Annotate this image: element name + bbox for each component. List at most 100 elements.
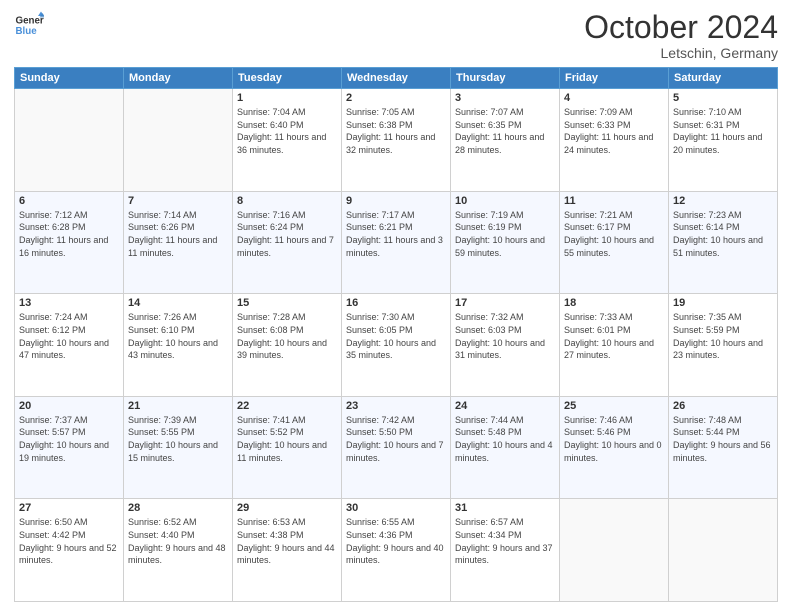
col-tuesday: Tuesday <box>233 68 342 89</box>
calendar-cell-0-2: 1 Sunrise: 7:04 AM Sunset: 6:40 PM Daylig… <box>233 89 342 192</box>
calendar-table: Sunday Monday Tuesday Wednesday Thursday… <box>14 67 778 602</box>
day-number: 2 <box>346 92 446 104</box>
generalblue-logo-icon: General Blue <box>14 10 44 40</box>
calendar-cell-3-6: 26 Sunrise: 7:48 AM Sunset: 5:44 PM Dayli… <box>669 396 778 499</box>
day-number: 8 <box>237 195 337 207</box>
cell-info: Sunrise: 7:21 AM Sunset: 6:17 PM Dayligh… <box>564 209 664 259</box>
day-number: 19 <box>673 297 773 309</box>
cell-info: Sunrise: 7:26 AM Sunset: 6:10 PM Dayligh… <box>128 311 228 361</box>
day-number: 17 <box>455 297 555 309</box>
calendar-cell-3-5: 25 Sunrise: 7:46 AM Sunset: 5:46 PM Dayli… <box>560 396 669 499</box>
day-number: 18 <box>564 297 664 309</box>
cell-info: Sunrise: 6:52 AM Sunset: 4:40 PM Dayligh… <box>128 516 228 566</box>
day-number: 23 <box>346 400 446 412</box>
calendar-cell-3-4: 24 Sunrise: 7:44 AM Sunset: 5:48 PM Dayli… <box>451 396 560 499</box>
day-number: 22 <box>237 400 337 412</box>
day-number: 12 <box>673 195 773 207</box>
cell-info: Sunrise: 7:05 AM Sunset: 6:38 PM Dayligh… <box>346 106 446 156</box>
cell-info: Sunrise: 7:09 AM Sunset: 6:33 PM Dayligh… <box>564 106 664 156</box>
day-number: 1 <box>237 92 337 104</box>
calendar-cell-0-0 <box>15 89 124 192</box>
cell-info: Sunrise: 7:46 AM Sunset: 5:46 PM Dayligh… <box>564 414 664 464</box>
calendar-cell-4-6 <box>669 499 778 602</box>
day-number: 15 <box>237 297 337 309</box>
cell-info: Sunrise: 7:37 AM Sunset: 5:57 PM Dayligh… <box>19 414 119 464</box>
day-number: 26 <box>673 400 773 412</box>
cell-info: Sunrise: 6:55 AM Sunset: 4:36 PM Dayligh… <box>346 516 446 566</box>
calendar-cell-1-2: 8 Sunrise: 7:16 AM Sunset: 6:24 PM Daylig… <box>233 191 342 294</box>
calendar-cell-1-5: 11 Sunrise: 7:21 AM Sunset: 6:17 PM Dayli… <box>560 191 669 294</box>
calendar-cell-4-0: 27 Sunrise: 6:50 AM Sunset: 4:42 PM Dayli… <box>15 499 124 602</box>
calendar-cell-2-2: 15 Sunrise: 7:28 AM Sunset: 6:08 PM Dayli… <box>233 294 342 397</box>
calendar-cell-1-4: 10Sunrise: 7:19 AM Sunset: 6:19 PM Dayli… <box>451 191 560 294</box>
week-row-1: 1 Sunrise: 7:04 AM Sunset: 6:40 PM Daylig… <box>15 89 778 192</box>
cell-info: Sunrise: 7:04 AM Sunset: 6:40 PM Dayligh… <box>237 106 337 156</box>
calendar-cell-3-0: 20Sunrise: 7:37 AM Sunset: 5:57 PM Dayli… <box>15 396 124 499</box>
day-number: 14 <box>128 297 228 309</box>
calendar-cell-1-0: 6 Sunrise: 7:12 AM Sunset: 6:28 PM Daylig… <box>15 191 124 294</box>
page: General Blue October 2024 Letschin, Germ… <box>0 0 792 612</box>
cell-info: Sunrise: 6:57 AM Sunset: 4:34 PM Dayligh… <box>455 516 555 566</box>
calendar-cell-3-3: 23 Sunrise: 7:42 AM Sunset: 5:50 PM Dayli… <box>342 396 451 499</box>
calendar-cell-4-1: 28 Sunrise: 6:52 AM Sunset: 4:40 PM Dayli… <box>124 499 233 602</box>
week-row-2: 6 Sunrise: 7:12 AM Sunset: 6:28 PM Daylig… <box>15 191 778 294</box>
cell-info: Sunrise: 7:35 AM Sunset: 5:59 PM Dayligh… <box>673 311 773 361</box>
cell-info: Sunrise: 7:44 AM Sunset: 5:48 PM Dayligh… <box>455 414 555 464</box>
title-block: October 2024 Letschin, Germany <box>584 10 778 61</box>
day-number: 11 <box>564 195 664 207</box>
week-row-5: 27 Sunrise: 6:50 AM Sunset: 4:42 PM Dayli… <box>15 499 778 602</box>
day-number: 27 <box>19 502 119 514</box>
day-number: 21 <box>128 400 228 412</box>
cell-info: Sunrise: 7:12 AM Sunset: 6:28 PM Dayligh… <box>19 209 119 259</box>
calendar-cell-4-2: 29Sunrise: 6:53 AM Sunset: 4:38 PM Dayli… <box>233 499 342 602</box>
col-thursday: Thursday <box>451 68 560 89</box>
day-number: 9 <box>346 195 446 207</box>
cell-info: Sunrise: 7:10 AM Sunset: 6:31 PM Dayligh… <box>673 106 773 156</box>
col-wednesday: Wednesday <box>342 68 451 89</box>
day-number: 25 <box>564 400 664 412</box>
calendar-cell-2-4: 17 Sunrise: 7:32 AM Sunset: 6:03 PM Dayli… <box>451 294 560 397</box>
calendar-cell-3-2: 22 Sunrise: 7:41 AM Sunset: 5:52 PM Dayli… <box>233 396 342 499</box>
calendar-cell-2-1: 14 Sunrise: 7:26 AM Sunset: 6:10 PM Dayli… <box>124 294 233 397</box>
cell-info: Sunrise: 7:42 AM Sunset: 5:50 PM Dayligh… <box>346 414 446 464</box>
day-number: 24 <box>455 400 555 412</box>
col-monday: Monday <box>124 68 233 89</box>
day-number: 5 <box>673 92 773 104</box>
cell-info: Sunrise: 7:41 AM Sunset: 5:52 PM Dayligh… <box>237 414 337 464</box>
logo: General Blue <box>14 10 44 40</box>
cell-info: Sunrise: 7:16 AM Sunset: 6:24 PM Dayligh… <box>237 209 337 259</box>
month-title: October 2024 <box>584 10 778 45</box>
cell-info: Sunrise: 7:17 AM Sunset: 6:21 PM Dayligh… <box>346 209 446 259</box>
calendar-cell-0-5: 4 Sunrise: 7:09 AM Sunset: 6:33 PM Daylig… <box>560 89 669 192</box>
col-friday: Friday <box>560 68 669 89</box>
day-number: 3 <box>455 92 555 104</box>
calendar-cell-1-3: 9 Sunrise: 7:17 AM Sunset: 6:21 PM Daylig… <box>342 191 451 294</box>
col-saturday: Saturday <box>669 68 778 89</box>
cell-info: Sunrise: 6:53 AM Sunset: 4:38 PM Dayligh… <box>237 516 337 566</box>
day-number: 6 <box>19 195 119 207</box>
cell-info: Sunrise: 7:28 AM Sunset: 6:08 PM Dayligh… <box>237 311 337 361</box>
cell-info: Sunrise: 7:30 AM Sunset: 6:05 PM Dayligh… <box>346 311 446 361</box>
day-number: 16 <box>346 297 446 309</box>
day-number: 30 <box>346 502 446 514</box>
calendar-cell-4-5 <box>560 499 669 602</box>
day-number: 28 <box>128 502 228 514</box>
calendar-cell-2-5: 18 Sunrise: 7:33 AM Sunset: 6:01 PM Dayli… <box>560 294 669 397</box>
calendar-cell-1-6: 12Sunrise: 7:23 AM Sunset: 6:14 PM Dayli… <box>669 191 778 294</box>
cell-info: Sunrise: 7:33 AM Sunset: 6:01 PM Dayligh… <box>564 311 664 361</box>
svg-text:General: General <box>16 16 45 27</box>
day-number: 4 <box>564 92 664 104</box>
day-number: 13 <box>19 297 119 309</box>
day-number: 7 <box>128 195 228 207</box>
header: General Blue October 2024 Letschin, Germ… <box>14 10 778 61</box>
cell-info: Sunrise: 7:48 AM Sunset: 5:44 PM Dayligh… <box>673 414 773 464</box>
calendar-cell-2-3: 16 Sunrise: 7:30 AM Sunset: 6:05 PM Dayli… <box>342 294 451 397</box>
cell-info: Sunrise: 7:14 AM Sunset: 6:26 PM Dayligh… <box>128 209 228 259</box>
calendar-cell-0-6: 5 Sunrise: 7:10 AM Sunset: 6:31 PM Daylig… <box>669 89 778 192</box>
cell-info: Sunrise: 7:32 AM Sunset: 6:03 PM Dayligh… <box>455 311 555 361</box>
calendar-cell-4-4: 31Sunrise: 6:57 AM Sunset: 4:34 PM Dayli… <box>451 499 560 602</box>
cell-info: Sunrise: 7:07 AM Sunset: 6:35 PM Dayligh… <box>455 106 555 156</box>
calendar-cell-2-6: 19 Sunrise: 7:35 AM Sunset: 5:59 PM Dayli… <box>669 294 778 397</box>
calendar-cell-0-1 <box>124 89 233 192</box>
cell-info: Sunrise: 6:50 AM Sunset: 4:42 PM Dayligh… <box>19 516 119 566</box>
